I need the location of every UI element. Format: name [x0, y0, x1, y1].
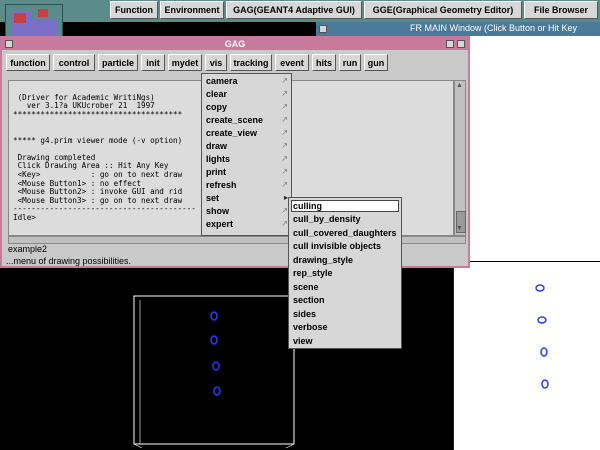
console-vertical-scrollbar[interactable]: ▲ ▼ — [454, 80, 466, 236]
submenu-arrow-icon: ↗ — [281, 115, 288, 124]
menu-run[interactable]: run — [339, 54, 361, 71]
set-item-rep-style[interactable]: rep_style — [293, 268, 333, 278]
submenu-arrow-icon: ↗ — [281, 180, 288, 189]
menu-control[interactable]: control — [53, 54, 95, 71]
top-button-file-browser[interactable]: File Browser — [524, 1, 598, 19]
vis-item-clear[interactable]: clear — [206, 89, 227, 99]
top-button-gge[interactable]: GGE(Graphical Geometry Editor) — [364, 1, 522, 19]
vis-item-expert[interactable]: expert — [206, 219, 233, 229]
submenu-arrow-icon: ↗ — [281, 76, 288, 85]
set-item-drawing-style[interactable]: drawing_style — [293, 255, 353, 265]
vis-item-create-view[interactable]: create_view — [206, 128, 257, 138]
submenu-arrow-icon: ↗ — [281, 219, 288, 228]
submenu-arrow-icon: ↗ — [281, 141, 288, 150]
menu-vis[interactable]: vis — [205, 54, 227, 71]
preview-block-icon — [38, 9, 48, 17]
gag-window-menu-icon[interactable] — [5, 40, 13, 48]
set-item-cull-by-density[interactable]: cull_by_density — [293, 214, 361, 224]
top-button-environment[interactable]: Environment — [160, 1, 224, 19]
vis-item-show[interactable]: show — [206, 206, 229, 216]
vis-item-print[interactable]: print — [206, 167, 226, 177]
scroll-up-icon[interactable]: ▲ — [456, 82, 463, 89]
menu-function[interactable]: function — [6, 54, 50, 71]
top-button-gag[interactable]: GAG(GEANT4 Adaptive GUI) — [226, 1, 362, 19]
vis-item-set[interactable]: set — [206, 193, 219, 203]
detector-box-view — [130, 294, 300, 450]
menu-tracking[interactable]: tracking — [230, 54, 272, 71]
submenu-arrow-icon: ↗ — [281, 154, 288, 163]
menu-particle[interactable]: particle — [98, 54, 138, 71]
menu-event[interactable]: event — [275, 54, 309, 71]
vis-dropdown-menu: camera ↗ clear ↗ copy ↗ create_scene ↗ creat… — [201, 73, 292, 236]
gag-window-title[interactable]: GAG — [2, 38, 468, 50]
fr-window-menu-icon[interactable] — [319, 25, 327, 33]
submenu-arrow-icon: ↗ — [281, 128, 288, 137]
gag-window-minimize-icon[interactable] — [446, 40, 454, 48]
vis-item-lights[interactable]: lights — [206, 154, 230, 164]
top-button-function[interactable]: Function — [110, 1, 158, 19]
set-item-scene[interactable]: scene — [293, 282, 319, 292]
submenu-arrow-icon: ↗ — [281, 89, 288, 98]
vis-item-create-scene[interactable]: create_scene — [206, 115, 263, 125]
set-item-sides[interactable]: sides — [293, 309, 316, 319]
set-item-verbose[interactable]: verbose — [293, 322, 328, 332]
submenu-arrow-icon: ↗ — [281, 206, 288, 215]
set-submenu: culling cull_by_density cull_covered_dau… — [288, 197, 402, 349]
vis-item-refresh[interactable]: refresh — [206, 180, 237, 190]
set-item-cull-covered-daughters[interactable]: cull_covered_daughters — [293, 228, 397, 238]
detector-hits-right — [535, 284, 549, 389]
menu-init[interactable]: init — [141, 54, 165, 71]
submenu-arrow-icon: ↗ — [281, 102, 288, 111]
fr-window-title: FR MAIN Window (Click Button or Hit Key — [410, 23, 578, 33]
set-item-cull-invisible-objects[interactable]: cull invisible objects — [293, 241, 381, 251]
gag-window-maximize-icon[interactable] — [457, 40, 465, 48]
set-item-view[interactable]: view — [293, 336, 313, 346]
scroll-down-icon[interactable]: ▼ — [456, 225, 463, 232]
set-item-culling[interactable]: culling — [293, 201, 322, 211]
menu-gun[interactable]: gun — [364, 54, 388, 71]
set-item-section[interactable]: section — [293, 295, 325, 305]
vis-item-draw[interactable]: draw — [206, 141, 227, 151]
fr-canvas-top — [470, 36, 600, 261]
viewer-right-area[interactable] — [453, 262, 600, 450]
preview-block-icon — [14, 13, 26, 23]
vis-item-copy[interactable]: copy — [206, 102, 227, 112]
menu-hits[interactable]: hits — [312, 54, 336, 71]
menu-mydet[interactable]: mydet — [168, 54, 202, 71]
vis-item-camera[interactable]: camera — [206, 76, 238, 86]
submenu-arrow-icon: ↗ — [281, 167, 288, 176]
